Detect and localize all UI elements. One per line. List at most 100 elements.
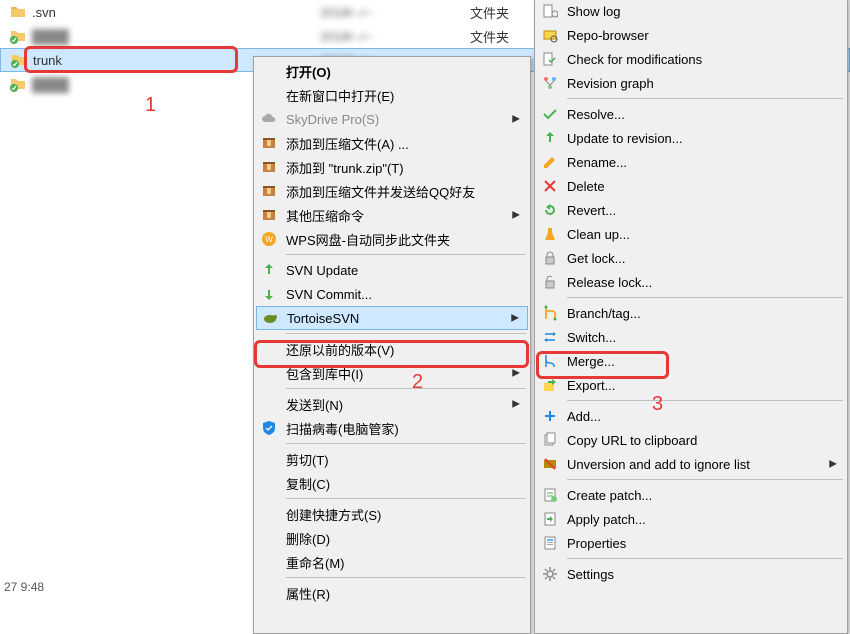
submenu-arrow-icon: ▶ xyxy=(512,399,520,410)
menu-item-a[interactable]: 添加到压缩文件(A) ... xyxy=(256,131,528,155)
menu-item-s[interactable]: 创建快捷方式(S) xyxy=(256,502,528,526)
resolve-icon xyxy=(542,106,558,122)
submenu-arrow-icon: ▶ xyxy=(512,114,520,125)
menu-item-item-17[interactable]: 扫描病毒(电脑管家) xyxy=(256,416,528,440)
menu-item-merge[interactable]: Merge... xyxy=(537,349,845,373)
menu-item-update-to-revision[interactable]: Update to revision... xyxy=(537,126,845,150)
menu-item-export[interactable]: Export... xyxy=(537,373,845,397)
menu-item-rename[interactable]: Rename... xyxy=(537,150,845,174)
file-name: .svn xyxy=(32,5,56,20)
menu-item-delete[interactable]: Delete xyxy=(537,174,845,198)
menu-item-label: Show log xyxy=(567,4,845,19)
menu-item-label: 创建快捷方式(S) xyxy=(286,505,528,524)
menu-item-label: Update to revision... xyxy=(567,131,845,146)
update-rev-icon xyxy=(542,130,558,146)
menu-item-label: Get lock... xyxy=(567,251,845,266)
menu-item-o[interactable]: 打开(O) xyxy=(256,59,528,83)
archive-icon xyxy=(261,183,277,199)
menu-item-check-for-modifications[interactable]: Check for modifications xyxy=(537,47,845,71)
file-name: ████ xyxy=(32,29,69,44)
menu-item-label: 扫描病毒(电脑管家) xyxy=(286,419,528,438)
menu-separator xyxy=(567,558,843,559)
menu-item-properties[interactable]: Properties xyxy=(537,531,845,555)
menu-separator xyxy=(286,577,526,578)
menu-item-revert[interactable]: Revert... xyxy=(537,198,845,222)
apply-patch-icon xyxy=(542,511,558,527)
menu-item-label: Resolve... xyxy=(567,107,845,122)
menu-item-i[interactable]: 包含到库中(I)▶ xyxy=(256,361,528,385)
menu-item-trunk-zip-t[interactable]: 添加到 "trunk.zip"(T) xyxy=(256,155,528,179)
menu-separator xyxy=(567,297,843,298)
menu-item-label: Repo-browser xyxy=(567,28,845,43)
menu-item-add[interactable]: Add... xyxy=(537,404,845,428)
branch-icon xyxy=(542,305,558,321)
menu-item-label: Clean up... xyxy=(567,227,845,242)
tortoise-icon xyxy=(262,310,278,326)
menu-item-svn-commit[interactable]: SVN Commit... xyxy=(256,282,528,306)
menu-item-release-lock[interactable]: Release lock... xyxy=(537,270,845,294)
menu-item-m[interactable]: 重命名(M) xyxy=(256,550,528,574)
submenu-arrow-icon: ▶ xyxy=(512,210,520,221)
menu-item-label: 剪切(T) xyxy=(286,450,528,469)
menu-item-show-log[interactable]: Show log xyxy=(537,0,845,23)
menu-item-copy-url-to-clipboard[interactable]: Copy URL to clipboard xyxy=(537,428,845,452)
menu-item-e[interactable]: 在新窗口中打开(E) xyxy=(256,83,528,107)
menu-item-apply-patch[interactable]: Apply patch... xyxy=(537,507,845,531)
menu-item-label: Settings xyxy=(567,567,845,582)
submenu-arrow-icon: ▶ xyxy=(829,459,837,470)
menu-item-r[interactable]: 属性(R) xyxy=(256,581,528,605)
menu-item-create-patch[interactable]: Create patch... xyxy=(537,483,845,507)
menu-item-item-6[interactable]: 其他压缩命令▶ xyxy=(256,203,528,227)
revert-icon xyxy=(542,202,558,218)
menu-item-label: Properties xyxy=(567,536,845,551)
delete-icon xyxy=(542,178,558,194)
menu-item-label: Add... xyxy=(567,409,845,424)
menu-item-label: 添加到 "trunk.zip"(T) xyxy=(286,158,528,177)
menu-item-switch[interactable]: Switch... xyxy=(537,325,845,349)
menu-item-label: 重命名(M) xyxy=(286,553,528,572)
menu-item-label: Merge... xyxy=(567,354,845,369)
settings-icon xyxy=(542,566,558,582)
menu-item-label: SVN Commit... xyxy=(286,287,528,302)
menu-item-label: Delete xyxy=(567,179,845,194)
export-icon xyxy=(542,377,558,393)
menu-item-unversion-and-add-to-ignore-list[interactable]: Unversion and add to ignore list▶ xyxy=(537,452,845,476)
menu-item-c[interactable]: 复制(C) xyxy=(256,471,528,495)
menu-item-resolve[interactable]: Resolve... xyxy=(537,102,845,126)
menu-item-skydrive-pro-s[interactable]: SkyDrive Pro(S)▶ xyxy=(256,107,528,131)
context-menu-main: 打开(O) 在新窗口中打开(E)SkyDrive Pro(S)▶添加到压缩文件(A… xyxy=(253,56,531,634)
menu-item-wps[interactable]: WWPS网盘-自动同步此文件夹 xyxy=(256,227,528,251)
context-menu-tortoisesvn: Show log Repo-browser Check for modificati… xyxy=(534,0,848,634)
menu-item-qq[interactable]: 添加到压缩文件并发送给QQ好友 xyxy=(256,179,528,203)
menu-item-clean-up[interactable]: Clean up... xyxy=(537,222,845,246)
menu-item-v[interactable]: 还原以前的版本(V) xyxy=(256,337,528,361)
folder-svn-icon xyxy=(11,52,27,68)
status-bar: 27 9:48 xyxy=(0,580,44,594)
menu-separator xyxy=(286,388,526,389)
menu-item-repo-browser[interactable]: Repo-browser xyxy=(537,23,845,47)
menu-separator xyxy=(567,479,843,480)
menu-item-label: Switch... xyxy=(567,330,845,345)
menu-item-revision-graph[interactable]: Revision graph xyxy=(537,71,845,95)
menu-item-tortoisesvn[interactable]: TortoiseSVN▶ xyxy=(256,306,528,330)
archive-icon xyxy=(261,207,277,223)
menu-item-label: Release lock... xyxy=(567,275,845,290)
folder-svn-icon xyxy=(10,76,26,92)
shield-blue-icon xyxy=(261,420,277,436)
properties-icon xyxy=(542,535,558,551)
menu-item-settings[interactable]: Settings xyxy=(537,562,845,586)
menu-separator xyxy=(567,98,843,99)
merge-icon xyxy=(542,353,558,369)
menu-item-branch-tag[interactable]: Branch/tag... xyxy=(537,301,845,325)
menu-item-svn-update[interactable]: SVN Update xyxy=(256,258,528,282)
menu-item-d[interactable]: 删除(D) xyxy=(256,526,528,550)
archive-icon xyxy=(261,135,277,151)
menu-item-label: 打开(O) xyxy=(286,62,528,81)
check-mods-icon xyxy=(542,51,558,67)
menu-item-n[interactable]: 发送到(N)▶ xyxy=(256,392,528,416)
menu-item-get-lock[interactable]: Get lock... xyxy=(537,246,845,270)
menu-item-t[interactable]: 剪切(T) xyxy=(256,447,528,471)
menu-item-label: TortoiseSVN xyxy=(287,311,527,326)
menu-item-label: 添加到压缩文件并发送给QQ好友 xyxy=(286,182,528,201)
menu-item-label: Check for modifications xyxy=(567,52,845,67)
